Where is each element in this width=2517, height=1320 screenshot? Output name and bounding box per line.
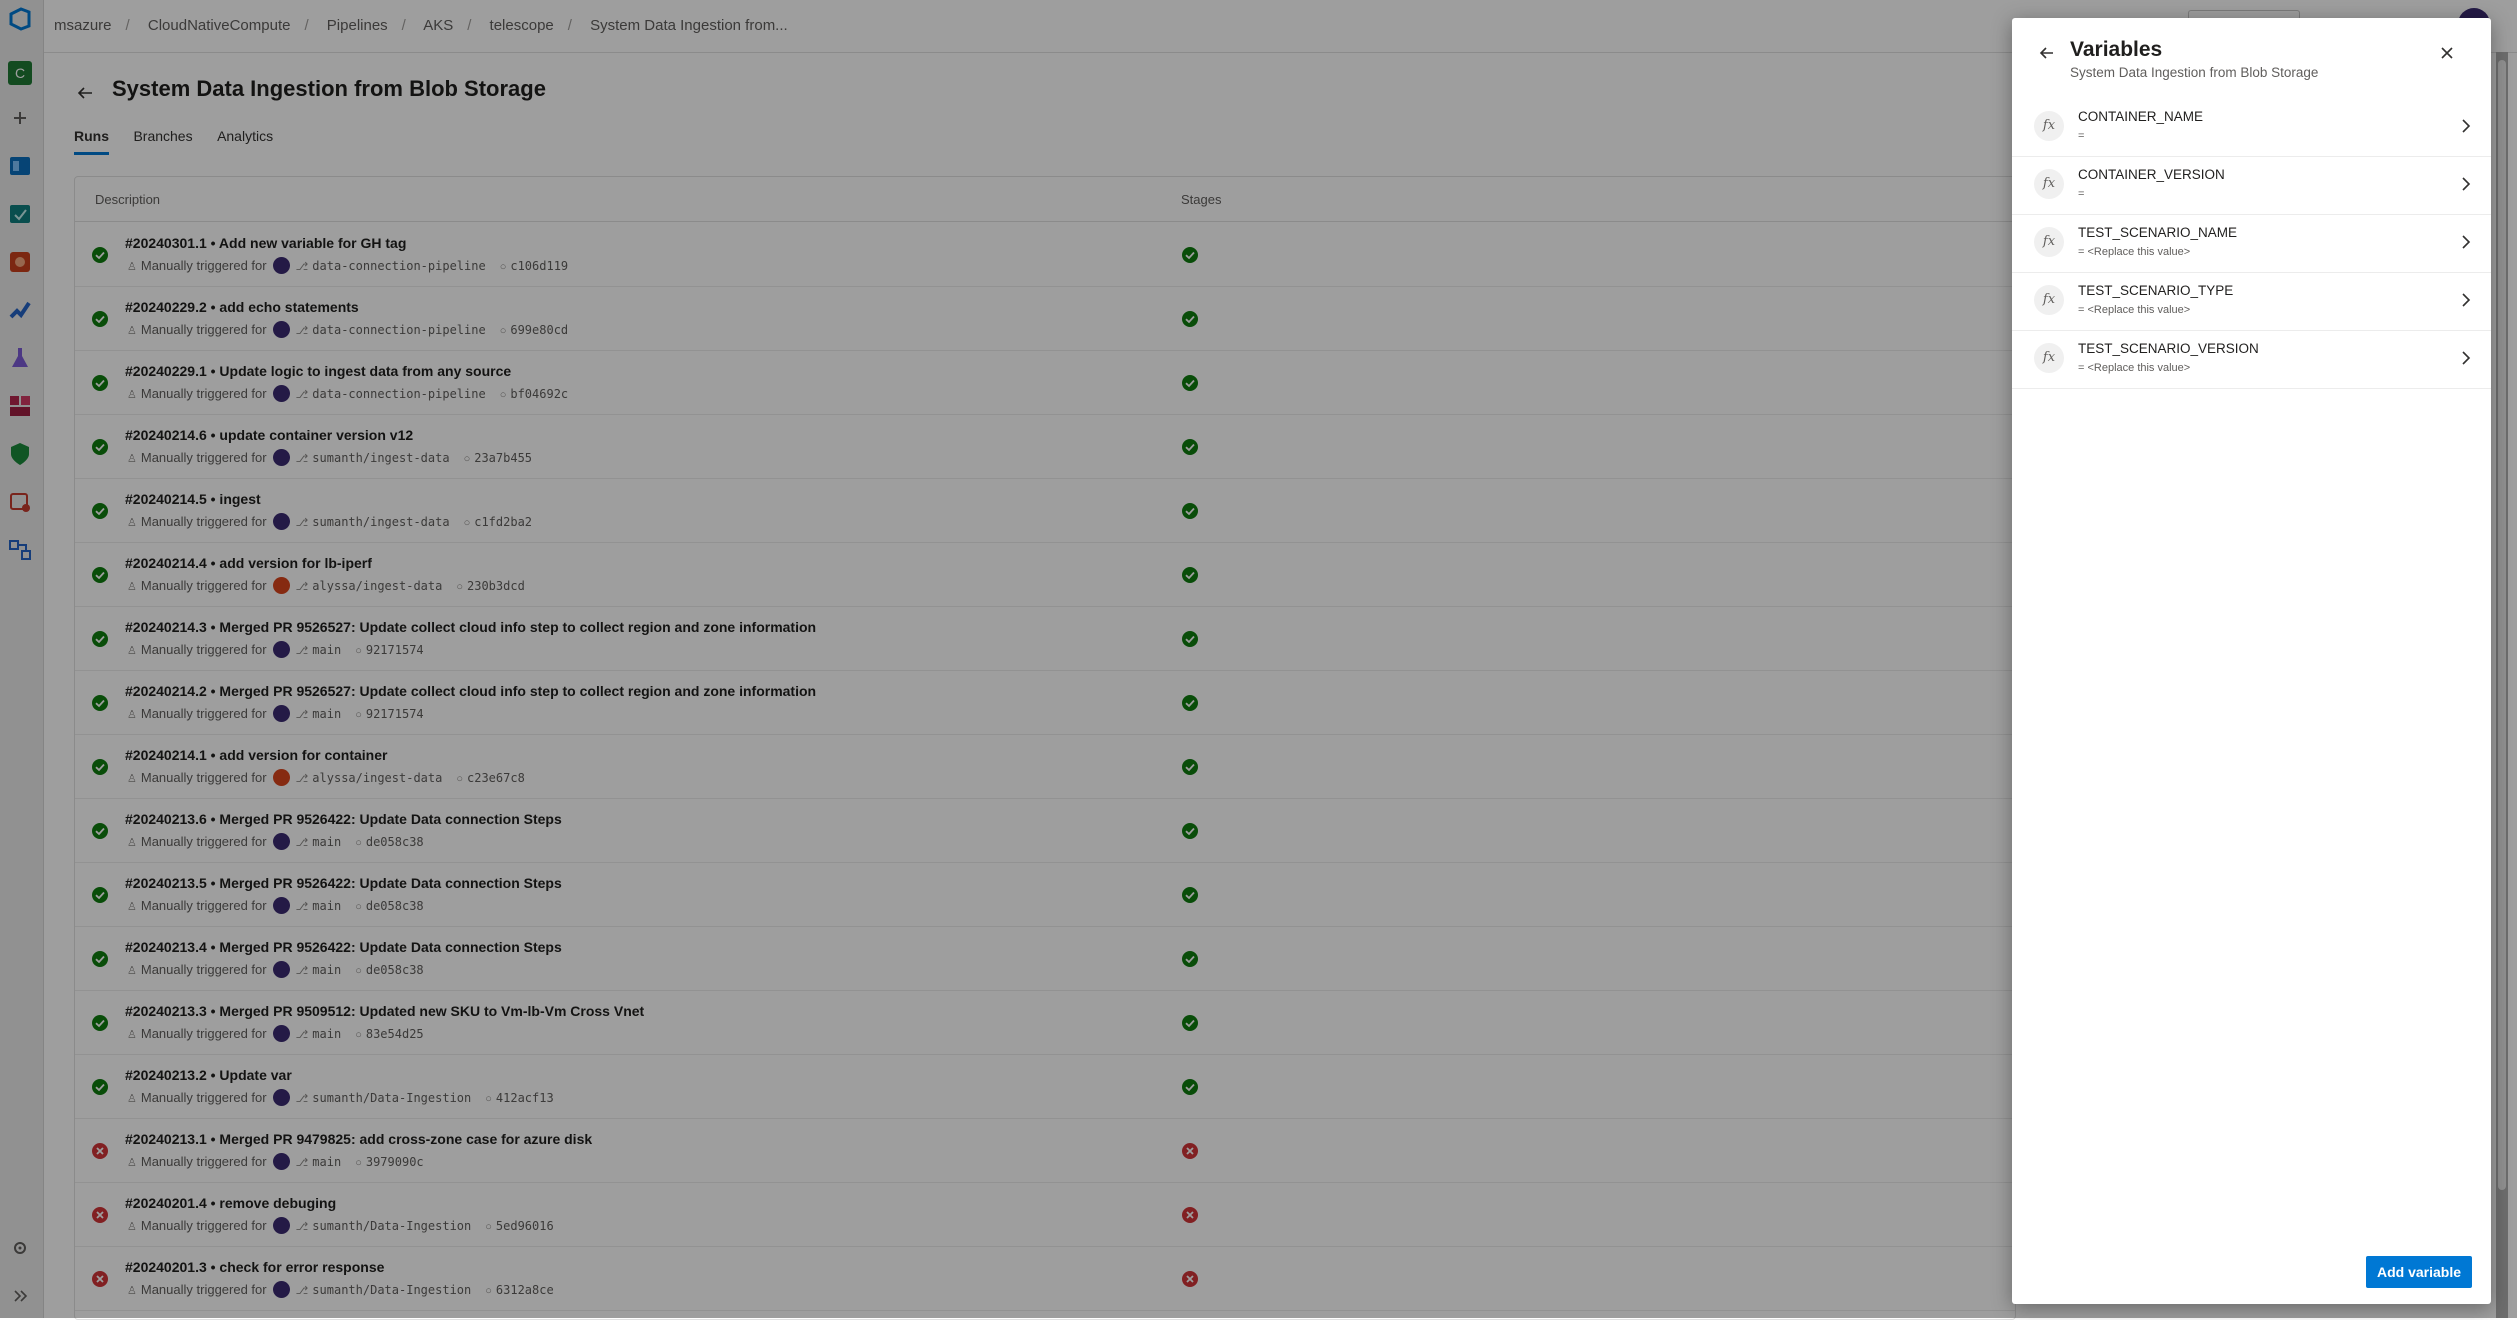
variable-value: = <Replace this value> [2078, 362, 2191, 374]
chevron-right-icon[interactable] [2456, 348, 2476, 368]
chevron-right-icon[interactable] [2456, 232, 2476, 252]
add-variable-button[interactable]: Add variable [2366, 1256, 2472, 1288]
variable-value: = [2078, 188, 2085, 200]
variable-row[interactable]: fx TEST_SCENARIO_TYPE = <Replace this valu… [2012, 272, 2491, 331]
variable-name: CONTAINER_NAME [2078, 109, 2204, 124]
function-icon: fx [2034, 285, 2064, 315]
function-icon: fx [2034, 227, 2064, 257]
function-icon: fx [2034, 343, 2064, 373]
chevron-right-icon[interactable] [2456, 116, 2476, 136]
close-icon[interactable] [2436, 42, 2458, 64]
variable-value: = <Replace this value> [2078, 246, 2191, 258]
back-arrow-icon[interactable] [2036, 42, 2058, 64]
variable-value: = [2078, 130, 2085, 142]
panel-subtitle: System Data Ingestion from Blob Storage [2070, 65, 2319, 80]
variable-row[interactable]: fx CONTAINER_NAME = [2012, 98, 2491, 157]
scrollbar-thumb[interactable] [2498, 60, 2506, 1190]
variable-name: CONTAINER_VERSION [2078, 167, 2225, 182]
variable-row[interactable]: fx TEST_SCENARIO_NAME = <Replace this valu… [2012, 214, 2491, 273]
chevron-right-icon[interactable] [2456, 174, 2476, 194]
panel-title: Variables [2070, 38, 2163, 61]
function-icon: fx [2034, 111, 2064, 141]
variable-name: TEST_SCENARIO_VERSION [2078, 341, 2259, 356]
function-icon: fx [2034, 169, 2064, 199]
variable-row[interactable]: fx TEST_SCENARIO_VERSION = <Replace this v… [2012, 330, 2491, 389]
variable-name: TEST_SCENARIO_TYPE [2078, 283, 2234, 298]
variables-panel: Variables System Data Ingestion from Blo… [2012, 18, 2491, 1304]
variable-row[interactable]: fx CONTAINER_VERSION = [2012, 156, 2491, 215]
variable-name: TEST_SCENARIO_NAME [2078, 225, 2238, 240]
variable-value: = <Replace this value> [2078, 304, 2191, 316]
chevron-right-icon[interactable] [2456, 290, 2476, 310]
